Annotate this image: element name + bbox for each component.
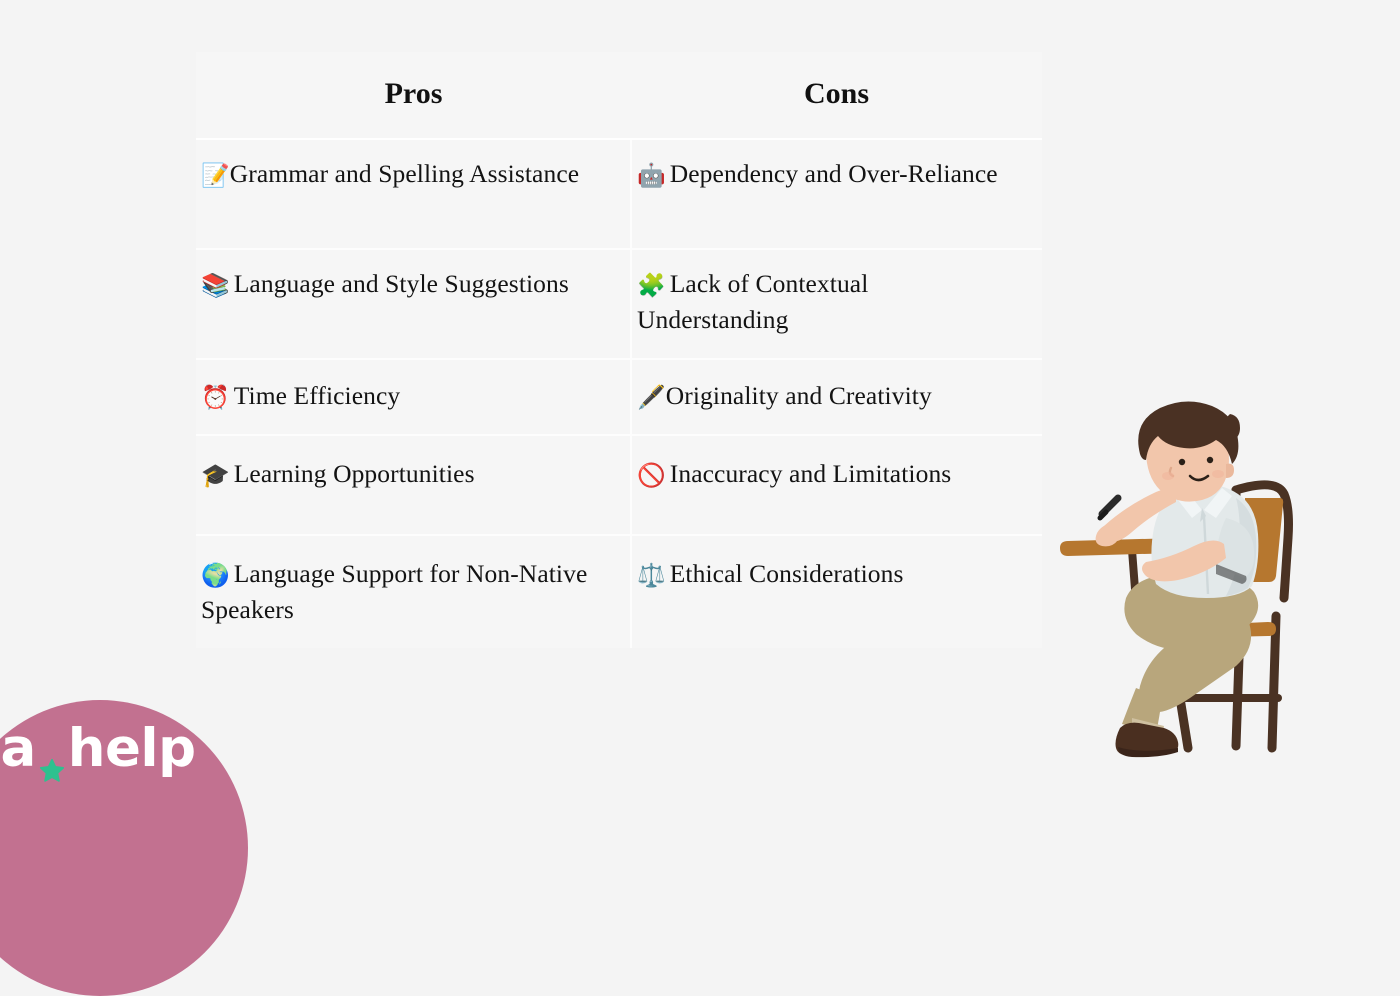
pro-label-1: Grammar and Spelling Assistance [229,159,580,188]
con-label-1: Dependency and Over-Reliance [669,159,998,188]
logo-word-help: help [67,718,196,779]
pro-cell-3: ⏰ Time Efficiency [196,359,632,436]
memo-icon: 📝 [201,163,230,189]
con-cell-3: 🖋️Originality and Creativity [631,359,1042,436]
pros-cons-table: Pros Cons 📝Grammar and Spelling Assistan… [196,52,1042,648]
graduation-cap-icon: 🎓 [201,463,230,489]
con-cell-2: 🧩 Lack of Contextual Understanding [631,249,1042,360]
robot-icon: 🤖 [637,163,666,189]
slide-canvas: Pros Cons 📝Grammar and Spelling Assistan… [0,0,1400,996]
pro-label-4: Learning Opportunities [233,459,475,488]
globe-icon: 🌍 [201,563,230,589]
table-header-row: Pros Cons [196,52,1042,140]
balance-scale-icon: ⚖️ [637,563,666,589]
con-label-5: Ethical Considerations [669,559,904,588]
pro-cell-1: 📝Grammar and Spelling Assistance [196,139,632,250]
table-row: 📝Grammar and Spelling Assistance 🤖 Depend… [196,139,1042,250]
pro-label-3: Time Efficiency [233,381,401,410]
star-icon [39,740,65,782]
table-row: 📚 Language and Style Suggestions 🧩 Lack of… [196,249,1042,360]
con-label-2: Lack of Contextual Understanding [637,269,869,335]
pro-cell-2: 📚 Language and Style Suggestions [196,249,632,360]
fountain-pen-icon: 🖋️ [637,385,666,411]
prohibited-icon: 🚫 [637,463,666,489]
books-icon: 📚 [201,273,230,299]
con-cell-5: ⚖️ Ethical Considerations [631,535,1042,648]
logo-wordmark: a help [0,718,196,782]
table-row: 🌍 Language Support for Non-Native Speaker… [196,535,1042,648]
table-row: 🎓 Learning Opportunities 🚫 Inaccuracy and … [196,435,1042,536]
column-header-cons: Cons [631,52,1042,140]
con-cell-4: 🚫 Inaccuracy and Limitations [631,435,1042,536]
ahelp-logo[interactable]: a help [0,700,248,996]
table-body: 📝Grammar and Spelling Assistance 🤖 Depend… [196,139,1042,648]
con-label-3: Originality and Creativity [665,381,932,410]
pros-cons-table-container: Pros Cons 📝Grammar and Spelling Assistan… [196,52,1042,648]
puzzle-piece-icon: 🧩 [637,273,666,299]
student-writing-illustration [1040,398,1400,788]
pro-cell-5: 🌍 Language Support for Non-Native Speaker… [196,535,632,648]
logo-letter-a: a [0,718,36,779]
con-label-4: Inaccuracy and Limitations [669,459,952,488]
pro-label-5: Language Support for Non-Native Speakers [201,559,588,625]
column-header-pros: Pros [196,52,631,140]
table-row: ⏰ Time Efficiency 🖋️Originality and Creat… [196,359,1042,436]
alarm-clock-icon: ⏰ [201,385,230,411]
con-cell-1: 🤖 Dependency and Over-Reliance [631,139,1042,250]
pro-label-2: Language and Style Suggestions [233,269,569,298]
pro-cell-4: 🎓 Learning Opportunities [196,435,632,536]
